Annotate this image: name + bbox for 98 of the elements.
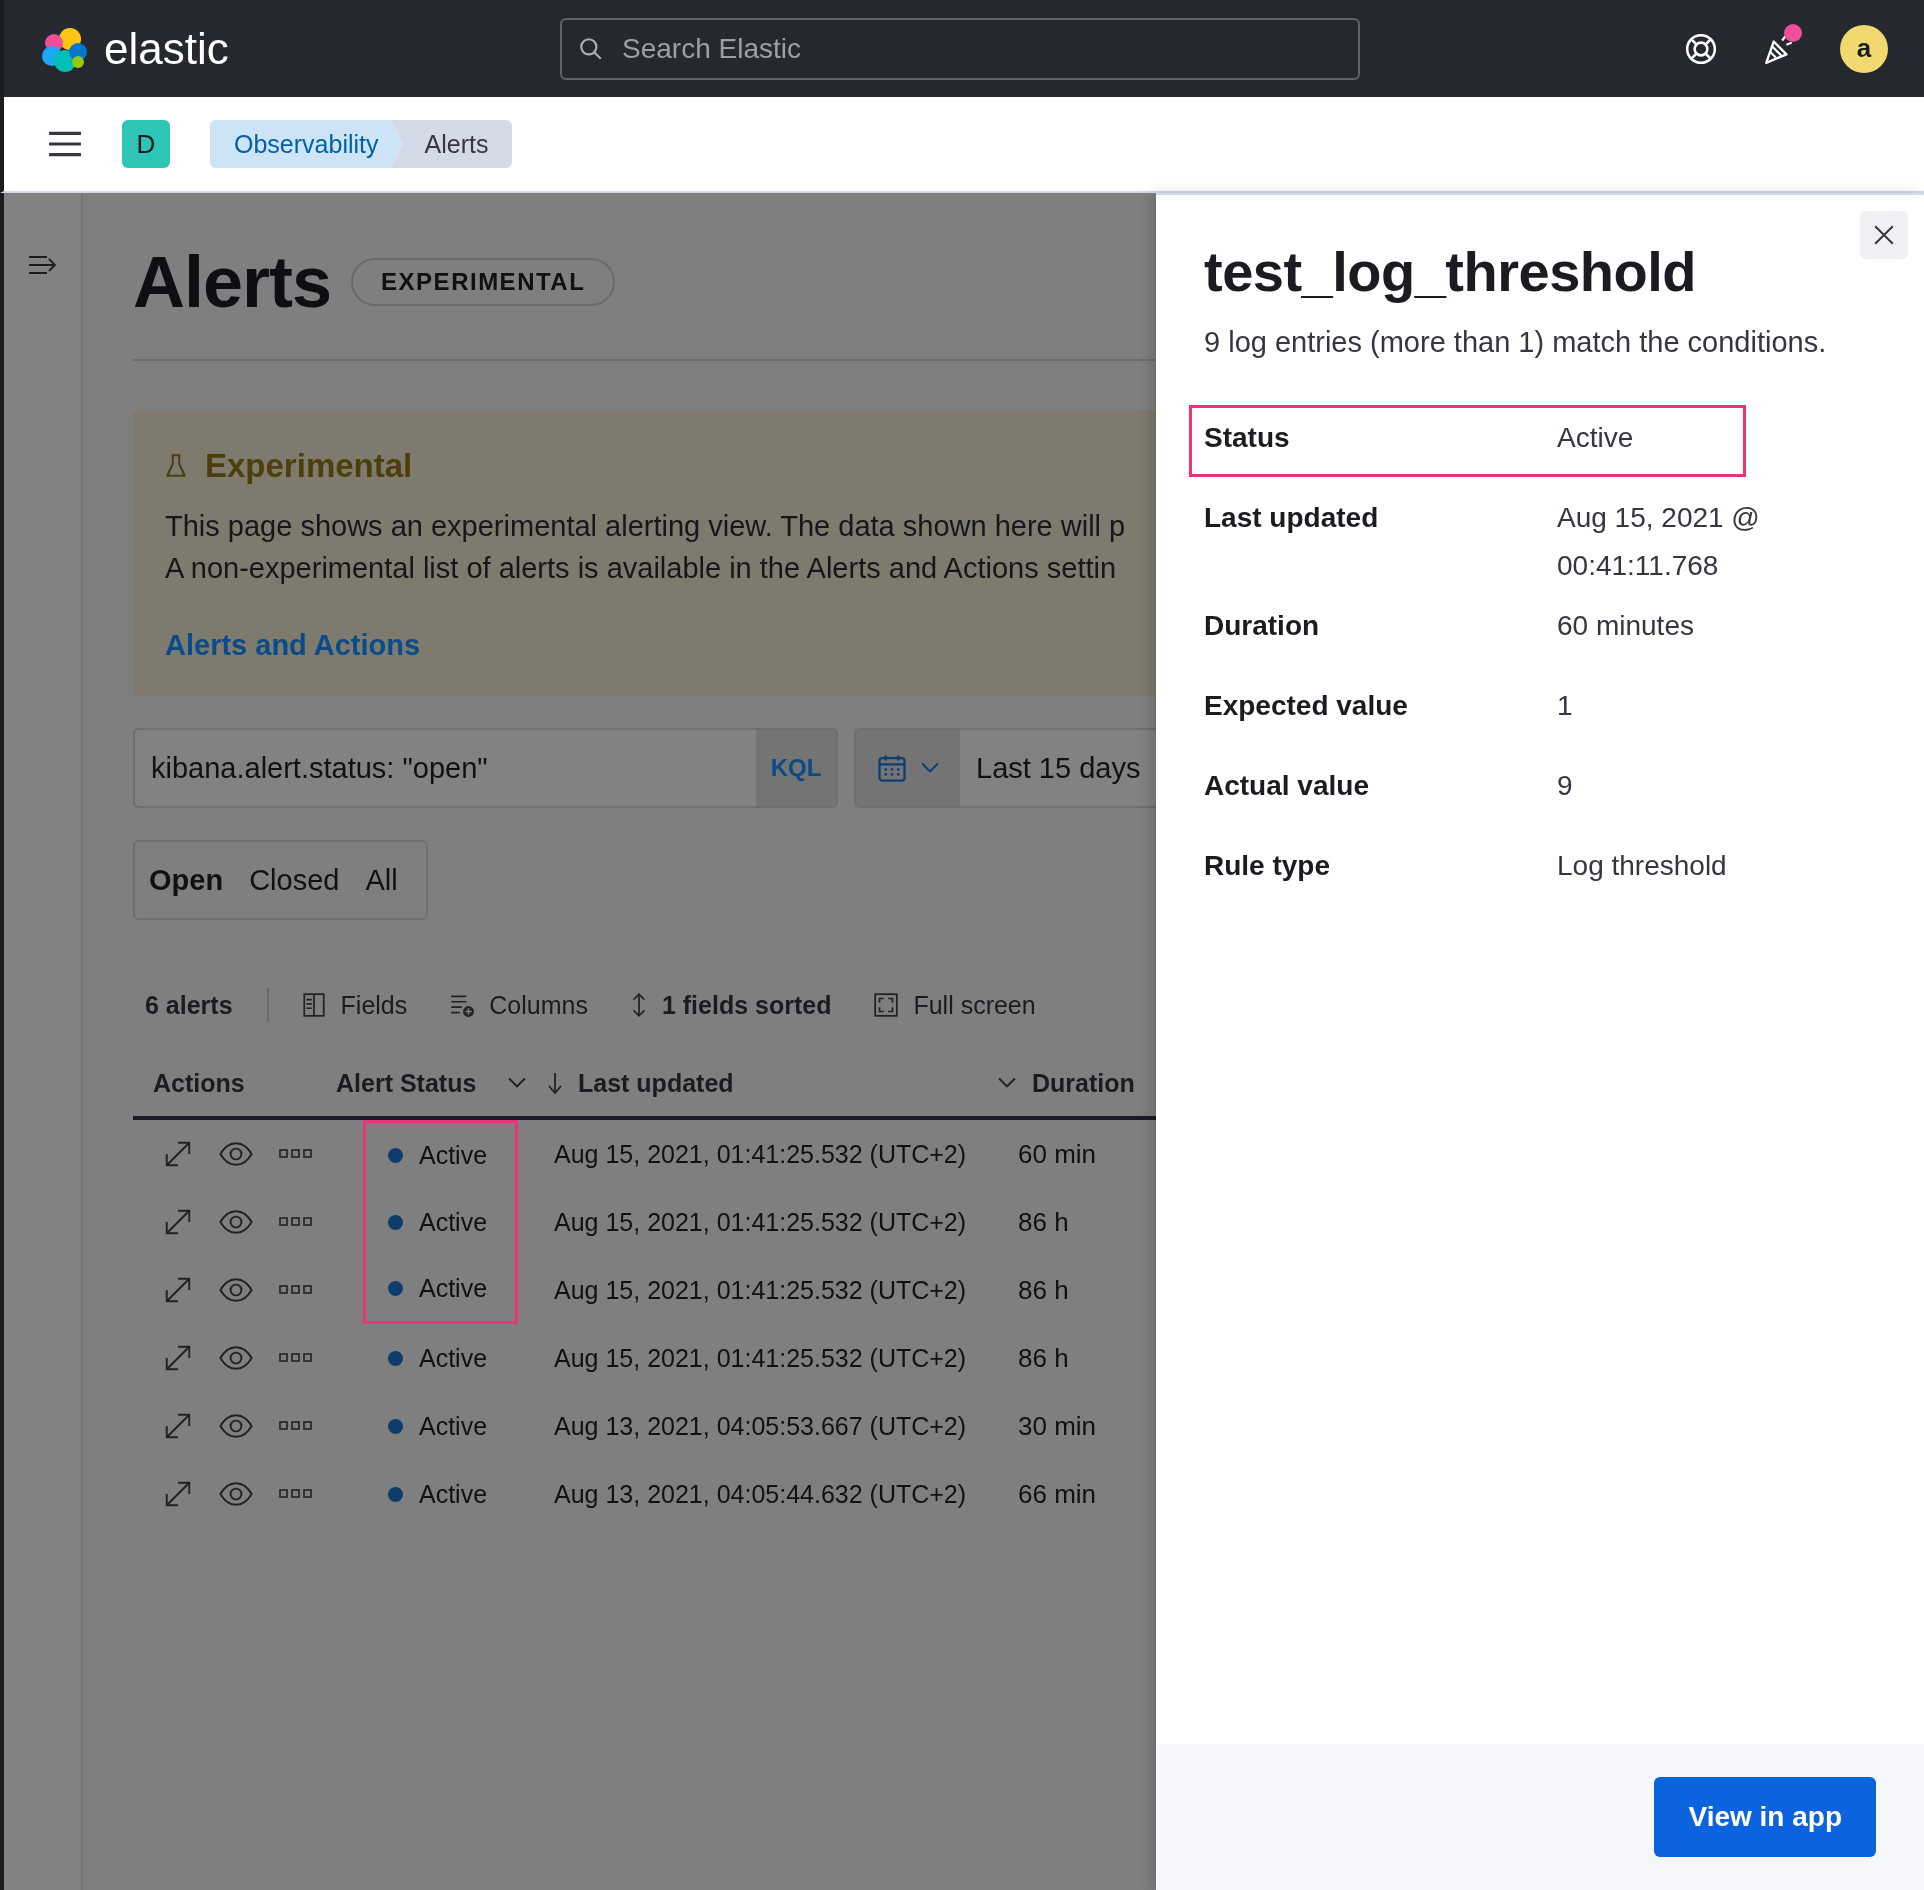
breadcrumb[interactable]: Alerts <box>390 120 513 168</box>
more-icon[interactable] <box>279 1217 313 1227</box>
field-label: Actual value <box>1204 770 1370 802</box>
status-dot <box>388 1418 403 1434</box>
callout-title: Experimental <box>205 447 413 485</box>
breadcrumb[interactable]: Observability <box>210 120 403 168</box>
status-filter[interactable]: All <box>359 863 418 897</box>
more-icon[interactable] <box>279 1149 313 1159</box>
table-cell-text: Aug 15, 2021, 01:41:25.532 (UTC+2) <box>553 1275 968 1305</box>
status-filter[interactable]: Open <box>143 863 244 897</box>
field-label: Last updated <box>1204 502 1380 534</box>
chevron-down-icon <box>921 762 939 774</box>
table-cell-text: 30 min <box>1017 1410 1097 1442</box>
search-bar[interactable]: Search Elastic <box>560 17 1360 80</box>
flask-icon <box>165 453 187 479</box>
space-avatar[interactable]: D <box>122 120 170 168</box>
toolbar-button[interactable]: Fields <box>300 990 428 1020</box>
eye-icon[interactable] <box>219 1482 253 1506</box>
table-cell: Active <box>419 1207 488 1237</box>
table-cell: Active <box>419 1343 488 1373</box>
callout-text: This page shows an experimental alerting view. The data shown here will p <box>165 509 1127 544</box>
menu-icon[interactable] <box>48 131 82 157</box>
expand-icon[interactable] <box>163 1411 193 1441</box>
table-cell-text: Aug 15, 2021, 01:41:25.532 (UTC+2) <box>553 1343 968 1373</box>
table-cell-text: 86 h <box>1017 1342 1069 1374</box>
expand-icon[interactable] <box>163 1275 193 1305</box>
table-cell: Active <box>419 1411 488 1441</box>
table-cell-text: Aug 13, 2021, 04:05:53.667 (UTC+2) <box>553 1411 968 1441</box>
column-header[interactable]: Last updated <box>578 1068 734 1098</box>
eye-icon[interactable] <box>219 1210 253 1234</box>
close-icon <box>1873 224 1895 246</box>
toolbar-button[interactable]: 1 fields sorted <box>629 990 852 1020</box>
table-cell-text: Aug 15, 2021, 01:41:25.532 (UTC+2) <box>553 1139 968 1169</box>
view-in-app-button[interactable]: View in app <box>1654 1777 1876 1857</box>
eye-icon[interactable] <box>219 1346 253 1370</box>
status-filter[interactable]: Closed <box>243 863 360 897</box>
status-dot <box>388 1350 403 1366</box>
date-picker[interactable]: Last 15 days <box>854 728 1156 808</box>
columns-icon <box>449 992 476 1018</box>
logo-text[interactable]: elastic <box>104 23 229 74</box>
query-field[interactable]: kibana.alert.status: "open" KQL <box>133 728 838 808</box>
column-header: Actions <box>152 1068 246 1098</box>
sort-down-icon <box>546 1071 564 1095</box>
field-value: Active <box>1557 421 1635 455</box>
field-value: Log threshold <box>1557 849 1728 883</box>
column-header[interactable]: Alert Status <box>336 1068 477 1098</box>
status-dot <box>388 1214 403 1230</box>
field-value: 1 <box>1557 689 1574 723</box>
more-icon[interactable] <box>279 1489 313 1499</box>
chevron-down-icon[interactable] <box>998 1077 1016 1089</box>
toolbar-button[interactable]: Columns <box>449 990 608 1020</box>
expand-icon[interactable] <box>163 1139 193 1169</box>
callout-text: A non-experimental list of alerts is available in the Alerts and Actions settin <box>165 551 1118 586</box>
eye-icon[interactable] <box>219 1414 253 1438</box>
expand-icon[interactable] <box>163 1207 193 1237</box>
expand-icon[interactable] <box>163 1343 193 1373</box>
table-cell: Active <box>419 1141 488 1170</box>
search-icon <box>578 35 604 62</box>
expand-icon[interactable] <box>163 1479 193 1509</box>
column-header: Duration <box>1031 1068 1135 1098</box>
table-cell-text: Aug 13, 2021, 04:05:44.632 (UTC+2) <box>553 1479 968 1509</box>
flyout-description: 9 log entries (more than 1) match the conditions. <box>1204 326 1828 359</box>
flyout-title: test_log_threshold <box>1204 239 1696 304</box>
search-input[interactable]: Search Elastic <box>620 31 1342 66</box>
table-cell-text: 86 h <box>1017 1274 1069 1306</box>
fields-icon <box>300 992 327 1018</box>
user-avatar[interactable]: a <box>1840 24 1888 73</box>
table-cell-text: 66 min <box>1017 1478 1097 1510</box>
table-cell: Active <box>419 1479 488 1509</box>
table-cell-text: 86 h <box>1017 1206 1069 1238</box>
field-label: Rule type <box>1204 850 1332 882</box>
field-label: Duration <box>1204 610 1321 642</box>
fullscreen-icon <box>873 992 900 1018</box>
more-icon[interactable] <box>279 1353 313 1363</box>
page-title: Alerts <box>133 241 332 323</box>
field-label: Status <box>1204 422 1291 454</box>
field-value: Aug 15, 2021 @ 00:41:11.768 <box>1557 501 1761 583</box>
field-value: 9 <box>1557 769 1574 803</box>
eye-icon[interactable] <box>219 1278 253 1302</box>
status-dot <box>388 1148 403 1163</box>
experimental-badge: EXPERIMENTAL <box>351 258 616 306</box>
calendar-icon <box>877 753 907 783</box>
close-button[interactable] <box>1860 211 1908 259</box>
status-dot <box>388 1486 403 1502</box>
toolbar-button[interactable]: Full screen <box>873 990 1056 1020</box>
field-label: Expected value <box>1204 690 1409 722</box>
table-cell-text: Aug 15, 2021, 01:41:25.532 (UTC+2) <box>553 1207 968 1237</box>
more-icon[interactable] <box>279 1421 313 1431</box>
alert-count: 6 alerts <box>144 990 233 1020</box>
table-cell-text: 60 min <box>1017 1138 1097 1170</box>
table-cell: Active <box>419 1274 488 1303</box>
help-icon[interactable] <box>1684 31 1718 66</box>
status-dot <box>388 1281 403 1296</box>
more-icon[interactable] <box>279 1285 313 1295</box>
expand-nav-icon[interactable] <box>27 255 58 275</box>
field-value: 60 minutes <box>1557 609 1695 643</box>
chevron-down-icon[interactable] <box>508 1077 526 1089</box>
eye-icon[interactable] <box>219 1142 253 1166</box>
